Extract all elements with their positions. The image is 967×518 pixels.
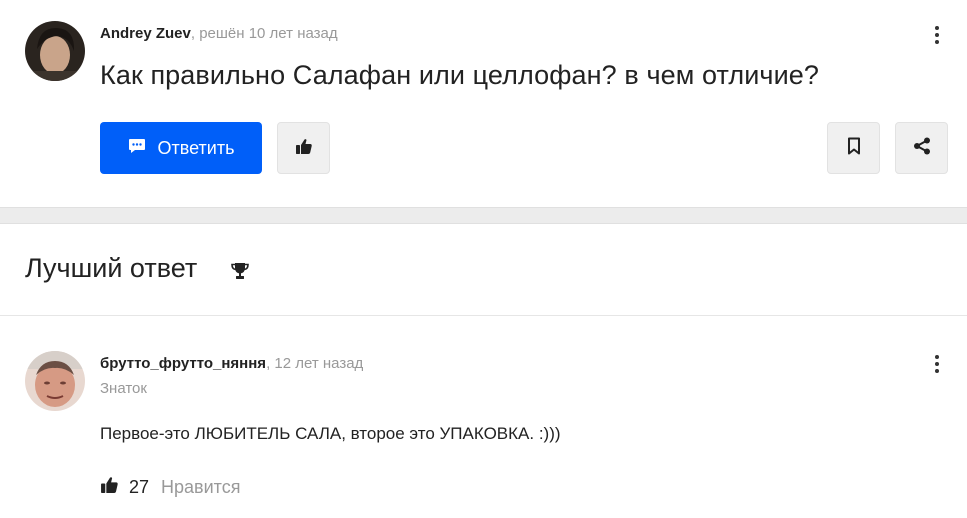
answer-like-row: 27 Нравится xyxy=(100,475,240,499)
question-like-button[interactable] xyxy=(277,122,330,174)
question-meta: Andrey Zuev, решён 10 лет назад xyxy=(100,25,338,42)
like-button[interactable]: Нравится xyxy=(161,477,240,498)
answer-author-name[interactable]: брутто_фрутто_няння xyxy=(100,355,266,372)
question-title: Как правильно Салафан или целлофан? в че… xyxy=(100,60,820,90)
question-author-avatar[interactable] xyxy=(25,21,85,81)
answer-text: Первое-это ЛЮБИТЕЛЬ САЛА, второе это УПА… xyxy=(100,424,561,443)
chat-bubble-icon xyxy=(128,137,146,160)
question-status: , решён 10 лет назад xyxy=(190,25,338,42)
answer-time: , 12 лет назад xyxy=(266,355,364,372)
share-button[interactable] xyxy=(895,122,948,174)
like-count: 27 xyxy=(129,476,150,497)
answer-author-avatar[interactable] xyxy=(25,351,85,411)
divider xyxy=(0,315,967,316)
answer-button-label: Ответить xyxy=(157,137,235,158)
thumbs-up-icon[interactable] xyxy=(100,475,119,499)
author-role: Знаток xyxy=(100,380,147,397)
answer-menu-icon[interactable] xyxy=(925,352,949,376)
answer-meta: брутто_фрутто_няння, 12 лет назад xyxy=(100,355,363,372)
thumbs-up-icon xyxy=(295,137,313,160)
question-author-name[interactable]: Andrey Zuev xyxy=(100,25,191,42)
share-icon xyxy=(913,137,931,160)
best-answer-heading: Лучший ответ xyxy=(25,253,198,283)
bookmark-icon xyxy=(846,137,862,160)
answer-button[interactable]: Ответить xyxy=(100,122,262,174)
section-separator xyxy=(0,207,967,224)
trophy-icon xyxy=(230,261,250,286)
bookmark-button[interactable] xyxy=(827,122,880,174)
question-menu-icon[interactable] xyxy=(925,23,949,47)
